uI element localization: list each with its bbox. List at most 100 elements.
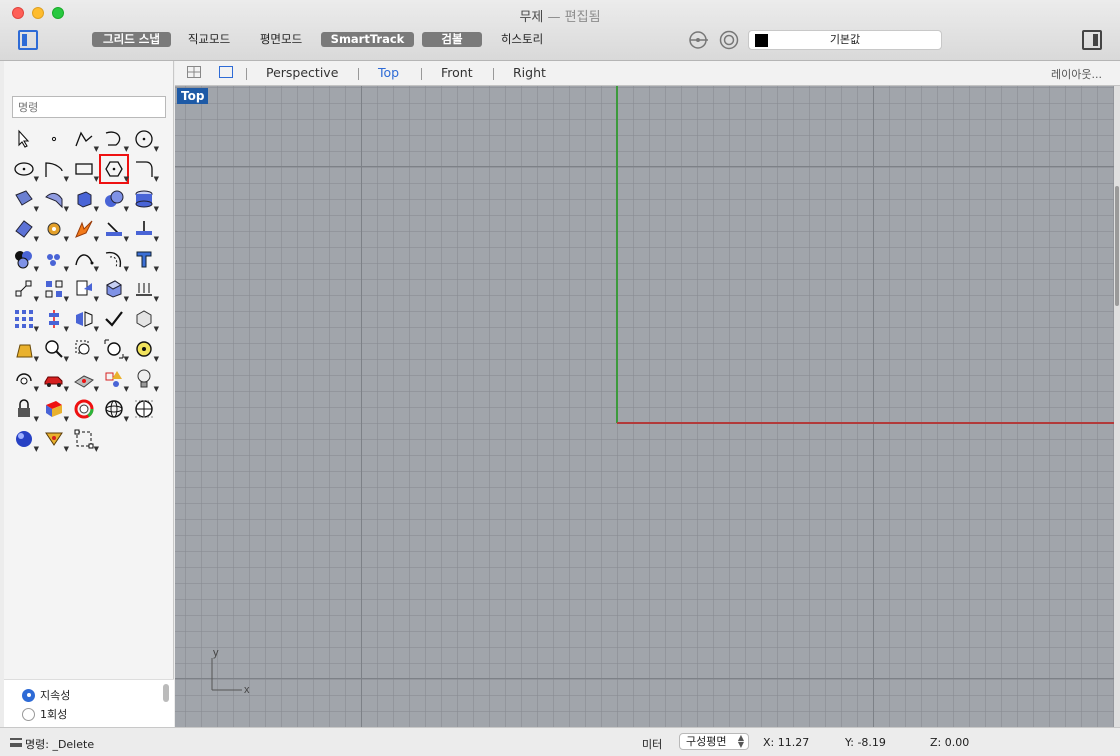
gumball-toggle[interactable]: 검볼 bbox=[422, 32, 482, 47]
split-icon[interactable]: ▼ bbox=[132, 217, 159, 243]
color-wheel-icon[interactable] bbox=[72, 397, 96, 421]
transform-icon[interactable]: ▼ bbox=[12, 277, 39, 303]
history-toggle[interactable]: 히스토리 bbox=[494, 32, 550, 47]
lock-icon[interactable]: ▼ bbox=[12, 397, 39, 423]
y-axis-line bbox=[616, 86, 618, 423]
ellipse-icon[interactable]: ▼ bbox=[12, 157, 39, 183]
units-label[interactable]: 미터 bbox=[642, 736, 662, 752]
solid-union-icon[interactable]: ▼ bbox=[102, 187, 129, 213]
command-input[interactable] bbox=[12, 96, 166, 118]
rectangle-icon[interactable]: ▼ bbox=[72, 157, 99, 183]
osnap-target-icon[interactable] bbox=[688, 30, 710, 50]
planar-toggle[interactable]: 평면모드 bbox=[252, 32, 310, 47]
mirror-icon[interactable]: ▼ bbox=[72, 307, 99, 333]
surface-icon[interactable]: ▼ bbox=[12, 187, 39, 213]
single-view-layout-icon[interactable] bbox=[219, 66, 233, 78]
right-panel-toggle-icon[interactable] bbox=[1082, 30, 1102, 50]
zoom-icon[interactable]: ▼ bbox=[42, 337, 69, 363]
four-view-layout-icon[interactable] bbox=[187, 66, 201, 78]
once-option[interactable]: 1회성 bbox=[22, 706, 67, 722]
offset-curve-icon[interactable]: ▼ bbox=[102, 247, 129, 273]
align-icon[interactable]: ▼ bbox=[42, 307, 69, 333]
left-sidebar-toggle-icon[interactable] bbox=[18, 30, 38, 50]
shapes-icon[interactable]: ▼ bbox=[102, 367, 129, 393]
arc-icon[interactable]: ▼ bbox=[42, 157, 69, 183]
persistent-option[interactable]: 지속성 bbox=[22, 687, 70, 703]
layer-selector[interactable]: 기본값 bbox=[748, 30, 942, 50]
trim-icon[interactable]: ▼ bbox=[102, 217, 129, 243]
zoom-window-icon[interactable]: ▼ bbox=[72, 337, 99, 363]
axis-x-label: x bbox=[244, 684, 250, 696]
wireframe-sphere-icon[interactable]: ▼ bbox=[102, 397, 129, 423]
scroll-thumb[interactable] bbox=[1115, 186, 1119, 306]
gear-puzzle-icon[interactable]: ▼ bbox=[42, 217, 69, 243]
tab-divider bbox=[421, 68, 422, 80]
tab-perspective[interactable]: Perspective bbox=[266, 65, 338, 80]
mesh-icon[interactable]: ▼ bbox=[132, 307, 159, 333]
app-window: 무제 — 편집됨 그리드 스냅 직교모드 평면모드 SmartTrack 검볼 … bbox=[0, 0, 1120, 756]
material-sphere-icon[interactable]: ▼ bbox=[12, 427, 39, 453]
camera-icon[interactable]: ▼ bbox=[42, 427, 69, 453]
clipboard-icon[interactable]: ▼ bbox=[72, 277, 99, 303]
top-viewport[interactable]: Top y x bbox=[175, 86, 1115, 727]
tab-right[interactable]: Right bbox=[513, 65, 546, 80]
explode-icon[interactable]: ▼ bbox=[72, 217, 99, 243]
points-group-icon[interactable]: ▼ bbox=[42, 247, 69, 273]
layer-book-icon[interactable]: ▼ bbox=[42, 397, 69, 423]
surface-patch-icon[interactable]: ▼ bbox=[12, 217, 39, 243]
car-icon[interactable]: ▼ bbox=[42, 367, 69, 393]
zoom-extents-icon[interactable]: ▼ bbox=[102, 337, 129, 363]
light-icon[interactable]: ▼ bbox=[132, 367, 159, 393]
viewport-label[interactable]: Top bbox=[177, 88, 209, 104]
major-grid-line bbox=[873, 86, 874, 727]
layer-name: 기본값 bbox=[829, 33, 861, 46]
box-icon[interactable]: ▼ bbox=[72, 187, 99, 213]
viewport-scrollbar[interactable] bbox=[1114, 86, 1120, 727]
point-icon[interactable] bbox=[42, 127, 66, 151]
polyline-icon[interactable]: ▼ bbox=[72, 127, 99, 153]
zoom-selected-icon[interactable]: ▼ bbox=[132, 337, 159, 363]
left-panel: ▼▼▼▼▼▼▼▼▼▼▼▼▼▼▼▼▼▼▼▼▼▼▼▼▼▼▼▼▼▼▼▼▼▼▼▼▼▼▼▼… bbox=[4, 61, 174, 727]
block-icon[interactable]: ▼ bbox=[102, 277, 129, 303]
check-icon[interactable] bbox=[102, 307, 126, 331]
document-name: 무제 bbox=[519, 10, 544, 25]
major-grid-line bbox=[175, 166, 1115, 167]
persistent-label: 지속성 bbox=[40, 689, 71, 702]
title-toolbar: 무제 — 편집됨 그리드 스냅 직교모드 평면모드 SmartTrack 검볼 … bbox=[0, 0, 1120, 61]
paint-bucket-icon[interactable]: ▼ bbox=[12, 337, 39, 363]
select-arrow-icon[interactable] bbox=[12, 127, 36, 151]
once-radio[interactable] bbox=[22, 707, 35, 721]
once-label: 1회성 bbox=[40, 708, 68, 721]
options-scrollbar[interactable] bbox=[163, 684, 169, 702]
dimension-icon[interactable]: ▼ bbox=[132, 277, 159, 303]
cylinder-pipe-icon[interactable]: ▼ bbox=[132, 187, 159, 213]
layout-menu-button[interactable]: 레이아웃... bbox=[1051, 66, 1102, 82]
ortho-toggle[interactable]: 직교모드 bbox=[180, 32, 238, 47]
render-mesh-icon[interactable]: ▼ bbox=[72, 367, 99, 393]
cplane-selector[interactable]: 구성평면 ▲ ▼ bbox=[679, 733, 749, 750]
planar-target-icon[interactable] bbox=[718, 30, 740, 50]
axis-y-label: y bbox=[213, 647, 219, 659]
viewport-tabs: Perspective Top Front Right 레이아웃... bbox=[175, 61, 1120, 86]
grid-sphere-icon[interactable] bbox=[132, 397, 156, 421]
snap-box-icon[interactable]: ▼ bbox=[72, 427, 99, 453]
extrude-surface-icon[interactable]: ▼ bbox=[42, 187, 69, 213]
smarttrack-toggle[interactable]: SmartTrack bbox=[321, 32, 414, 47]
command-history-icon[interactable] bbox=[10, 738, 22, 747]
persistent-radio[interactable] bbox=[22, 688, 35, 702]
grid-snap-toggle[interactable]: 그리드 스냅 bbox=[92, 32, 171, 47]
circle-icon[interactable]: ▼ bbox=[132, 127, 159, 153]
curve-edit-icon[interactable]: ▼ bbox=[72, 247, 99, 273]
text-icon[interactable]: ▼ bbox=[132, 247, 159, 273]
tab-front[interactable]: Front bbox=[441, 65, 473, 80]
rotate-view-icon[interactable]: ▼ bbox=[12, 367, 39, 393]
boolean-icon[interactable]: ▼ bbox=[12, 247, 39, 273]
curve-icon[interactable]: ▼ bbox=[102, 127, 129, 153]
window-title: 무제 — 편집됨 bbox=[0, 6, 1120, 25]
grid-array-icon[interactable]: ▼ bbox=[12, 307, 39, 333]
tab-top[interactable]: Top bbox=[378, 65, 399, 80]
world-axes-icon: y x bbox=[211, 647, 250, 696]
polygon-icon[interactable]: ▼ bbox=[99, 154, 129, 184]
fillet-curve-icon[interactable]: ▼ bbox=[132, 157, 159, 183]
array-icon[interactable]: ▼ bbox=[42, 277, 69, 303]
